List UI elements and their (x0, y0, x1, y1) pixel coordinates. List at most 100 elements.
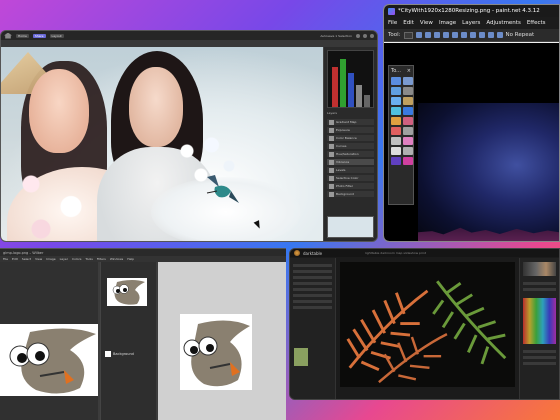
toolbar-icon[interactable] (487, 32, 494, 38)
dt-module-row[interactable] (523, 282, 556, 285)
gradient-icon[interactable] (391, 117, 401, 125)
clone-stamp-icon[interactable] (391, 137, 401, 145)
zoom-icon[interactable] (391, 97, 401, 105)
navigator-preview (327, 216, 374, 238)
dt-photo[interactable] (340, 262, 515, 387)
menu-file[interactable]: File (388, 20, 397, 26)
layer-row[interactable]: Selective Color (327, 175, 374, 182)
photoshop-window[interactable]: Home Share Layout Autosave 1 Selection L… (0, 30, 378, 242)
home-icon[interactable] (4, 32, 12, 39)
layer-row[interactable]: Gradient Map (327, 119, 374, 126)
pan-icon[interactable] (403, 97, 413, 105)
toolbar-icon[interactable] (460, 32, 467, 38)
menu-windows[interactable]: Windows (110, 257, 123, 261)
menu-layers[interactable]: Layers (462, 20, 480, 26)
dt-panel-row[interactable] (293, 300, 332, 303)
tool-grid (389, 75, 413, 167)
dt-right-panel (519, 258, 559, 399)
menu-view[interactable]: View (420, 20, 433, 26)
shapes-icon[interactable] (391, 157, 401, 165)
menu-image[interactable]: Image (46, 257, 55, 261)
menu-edit[interactable]: Edit (403, 20, 414, 26)
toolbar-icon[interactable] (433, 32, 440, 38)
dt-panel-row[interactable] (293, 294, 332, 297)
toolbar-icon[interactable] (424, 32, 431, 38)
layer-row[interactable]: Background (327, 191, 374, 198)
dt-color-swatch (294, 348, 308, 366)
paint-bucket-icon[interactable] (403, 107, 413, 115)
move-icon[interactable] (403, 77, 413, 85)
menu-select[interactable]: Select (22, 257, 31, 261)
menu-colors[interactable]: Colors (72, 257, 81, 261)
layer-row[interactable]: Exposure (327, 127, 374, 134)
ellipse-select-icon[interactable] (403, 87, 413, 95)
toolbar-icon[interactable] (415, 32, 422, 38)
menu-filters[interactable]: Filters (97, 257, 106, 261)
dt-panel-row[interactable] (293, 276, 332, 279)
recolor-icon[interactable] (403, 137, 413, 145)
menu-tools[interactable]: Tools (85, 257, 92, 261)
dt-view-switcher[interactable]: lighttable darkroom map slideshow print (365, 251, 426, 255)
close-icon[interactable] (370, 33, 374, 38)
layer-row[interactable]: Vibrance (327, 159, 374, 166)
toolbar-icon[interactable] (496, 32, 503, 38)
toolbar-icon[interactable] (469, 32, 476, 38)
line-icon[interactable] (403, 147, 413, 155)
lasso-icon[interactable] (391, 87, 401, 95)
paintnet-logo-icon (388, 7, 395, 15)
rectangle-select-icon[interactable] (391, 77, 401, 85)
pdn-image[interactable] (418, 103, 559, 241)
menu-layer[interactable]: Layer (60, 257, 68, 261)
gimp-window[interactable]: gimp-logo.png – Wilber File Edit Select … (0, 248, 286, 420)
menu-adjustments[interactable]: Adjustments (486, 20, 520, 26)
minimize-icon[interactable] (356, 33, 360, 38)
layer-row[interactable]: Color Balance (327, 135, 374, 142)
maximize-icon[interactable] (363, 33, 367, 38)
color-picker-icon[interactable] (403, 157, 413, 165)
toolbar-icon[interactable] (478, 32, 485, 38)
menu-file[interactable]: File (3, 257, 8, 261)
menu-image[interactable]: Image (439, 20, 456, 26)
dt-module-row[interactable] (523, 356, 556, 359)
toolbar-icon[interactable] (451, 32, 458, 38)
menu-view[interactable]: View (35, 257, 42, 261)
pencil-icon[interactable] (403, 127, 413, 135)
layer-row[interactable]: Levels (327, 167, 374, 174)
repeat-dropdown[interactable]: No Repeat (506, 32, 535, 38)
ps-canvas[interactable] (1, 47, 323, 241)
dt-module-row[interactable] (523, 288, 556, 291)
pdn-tools-window[interactable]: To... × (388, 65, 414, 205)
toolbar-icon[interactable] (442, 32, 449, 38)
menu-help[interactable]: Help (127, 257, 134, 261)
menu-effects[interactable]: Effects (527, 20, 546, 26)
dt-panel-row[interactable] (293, 306, 332, 309)
tool-selector[interactable] (403, 31, 413, 39)
paintnet-window[interactable]: *CityWith1920x1280Resizing.png - paint.n… (383, 4, 560, 242)
gimp-image[interactable] (180, 314, 252, 390)
gimp-layer-row[interactable]: Background (105, 350, 152, 358)
dt-panel-row[interactable] (293, 288, 332, 291)
ps-tab-home[interactable]: Home (16, 33, 29, 38)
brush-icon[interactable] (403, 117, 413, 125)
ps-titlebar-text: Autosave 1 Selection (320, 33, 352, 38)
darktable-window[interactable]: darktable lighttable darkroom map slides… (289, 248, 560, 400)
layer-row[interactable]: Photo Filter (327, 183, 374, 190)
ps-tab-layout[interactable]: Layout (49, 33, 64, 38)
dt-module-row[interactable] (523, 350, 556, 353)
dt-panel-row[interactable] (293, 282, 332, 285)
dt-panel-row[interactable] (293, 270, 332, 273)
eraser-icon[interactable] (391, 127, 401, 135)
layer-row[interactable]: Hue/Saturation (327, 151, 374, 158)
ps-tab-share[interactable]: Share (32, 33, 46, 38)
dt-module-row[interactable] (523, 362, 556, 365)
dt-panel-row[interactable] (293, 264, 332, 267)
menu-edit[interactable]: Edit (12, 257, 18, 261)
text-icon[interactable] (391, 147, 401, 155)
ps-layers-tab[interactable]: Layers (327, 111, 337, 115)
gimp-image-preview (0, 324, 98, 396)
layer-row[interactable]: Curves (327, 143, 374, 150)
pdn-workspace[interactable]: To... × (384, 43, 559, 241)
gimp-canvas[interactable] (158, 262, 286, 420)
magic-wand-icon[interactable] (391, 107, 401, 115)
close-icon[interactable]: × (407, 68, 411, 74)
